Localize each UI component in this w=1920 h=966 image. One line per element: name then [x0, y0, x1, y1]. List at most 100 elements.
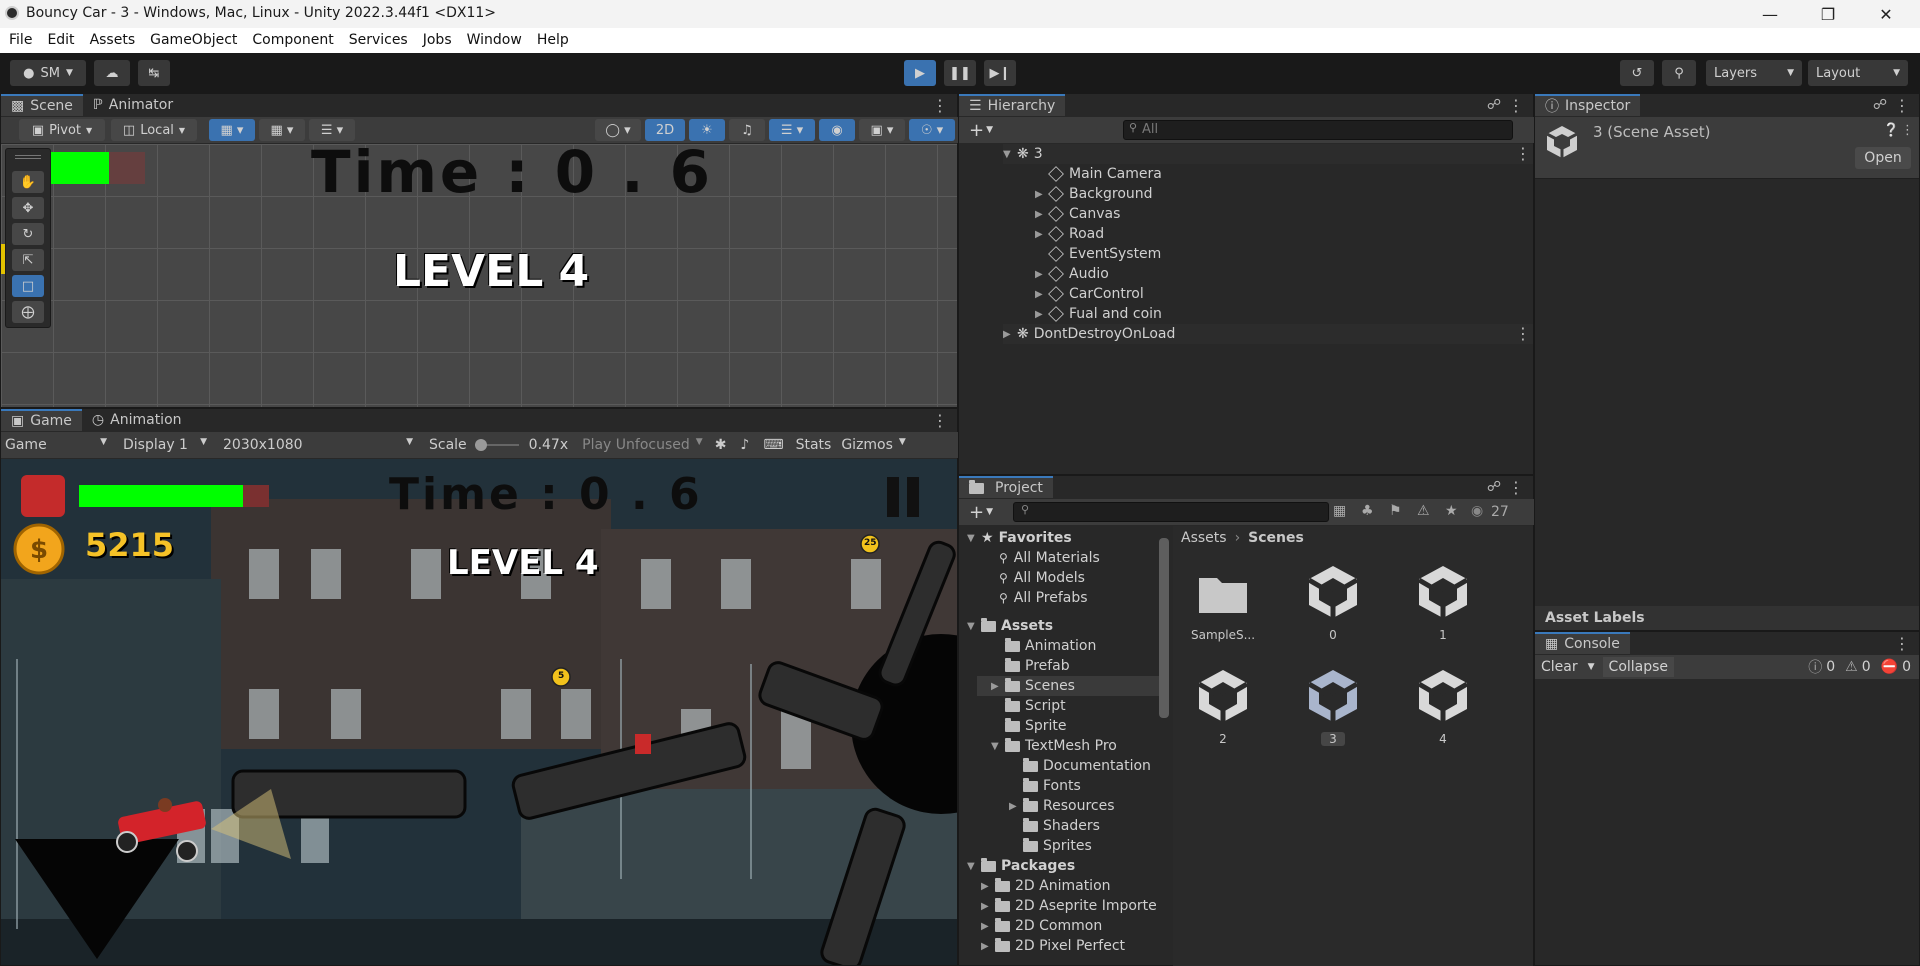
lock-icon[interactable]: ☍	[1487, 97, 1501, 113]
filter-label-icon[interactable]: ⚑	[1389, 503, 1402, 519]
panel-menu-icon[interactable]: ⋮	[932, 96, 948, 115]
open-button[interactable]: Open	[1855, 147, 1911, 169]
lock-icon[interactable]: ☍	[1487, 479, 1501, 495]
layers-dropdown[interactable]: Layers ▼	[1706, 60, 1802, 86]
tree-item-textmesh-pro[interactable]: ▼ TextMesh Pro	[991, 736, 1117, 756]
ddol-menu-icon[interactable]: ⋮	[1515, 324, 1531, 343]
panel-menu-icon[interactable]: ⋮	[1508, 96, 1524, 115]
lighting-icon[interactable]: ☀	[689, 119, 725, 141]
chevron-down-icon[interactable]: ▼	[986, 507, 993, 517]
minimize-icon[interactable]: —	[1742, 0, 1798, 28]
breadcrumb-assets[interactable]: Assets	[1181, 530, 1227, 546]
asset-scene-2[interactable]: 2	[1183, 668, 1263, 746]
menu-window[interactable]: Window	[467, 28, 522, 53]
tree-item-script[interactable]: Script	[991, 696, 1066, 716]
tree-item-animation[interactable]: Animation	[991, 636, 1096, 656]
menu-services[interactable]: Services	[349, 28, 408, 53]
project-search-input[interactable]	[1013, 502, 1329, 522]
add-icon[interactable]: +	[969, 502, 984, 523]
tree-item-sprites[interactable]: Sprites	[1009, 836, 1092, 856]
tab-game[interactable]: ▣ Game	[1, 409, 82, 431]
tree-item-shaders[interactable]: Shaders	[1009, 816, 1100, 836]
display-dropdown[interactable]: Display 1 ▼	[113, 437, 213, 453]
assets-header[interactable]: ▼ Assets	[967, 616, 1053, 636]
tree-item-resources[interactable]: ▶ Resources	[1009, 796, 1115, 816]
help-icon[interactable]: ❔	[1883, 123, 1899, 138]
tab-animator[interactable]: ℙ Animator	[83, 94, 183, 116]
grid-snap-toggle[interactable]: ▦ ▾	[209, 119, 255, 141]
asset-scene-3-selected[interactable]: 3	[1293, 668, 1373, 746]
hierarchy-item-road[interactable]: ▶ Road	[1035, 224, 1104, 244]
tree-item-prefab[interactable]: Prefab	[991, 656, 1070, 676]
hand-tool-icon[interactable]: ✋	[12, 171, 44, 193]
account-button[interactable]: ● SM ▼	[10, 60, 86, 86]
hierarchy-search-input[interactable]: All	[1123, 120, 1513, 140]
tree-item-package[interactable]: ▶ 2D Aseprite Importe	[981, 896, 1157, 916]
gizmos-icon[interactable]: ☉ ▾	[909, 119, 955, 141]
menu-file[interactable]: File	[9, 28, 32, 53]
asset-scene-4[interactable]: 4	[1403, 668, 1483, 746]
favorite-item[interactable]: ⚲ All Prefabs	[999, 588, 1088, 608]
scale-tool-icon[interactable]: ⇱	[12, 249, 44, 271]
favorite-item[interactable]: ⚲ All Models	[999, 568, 1085, 588]
menu-edit[interactable]: Edit	[47, 28, 74, 53]
scale-slider[interactable]	[474, 438, 519, 452]
tree-item-package[interactable]: ▶ 2D Common	[981, 916, 1102, 936]
collapse-button[interactable]: Collapse	[1602, 657, 1675, 677]
game-viewport[interactable]: $ 5215 Time : 0 . 6 LEVEL 4 25 5	[1, 459, 957, 965]
shading-mode-button[interactable]: ◯ ▾	[595, 119, 641, 141]
step-button[interactable]: ▶❙	[984, 60, 1016, 86]
hierarchy-item-eventsystem[interactable]: EventSystem	[1035, 244, 1161, 264]
menu-gameobject[interactable]: GameObject	[150, 28, 237, 53]
tab-hierarchy[interactable]: ☰ Hierarchy	[959, 94, 1066, 116]
ruler-button[interactable]: ☰ ▾	[309, 119, 355, 141]
filter-type-icon[interactable]: ♣	[1361, 503, 1374, 519]
panel-menu-icon[interactable]: ⋮	[1894, 96, 1910, 115]
lock-icon[interactable]: ☍	[1873, 97, 1887, 113]
move-tool-icon[interactable]: ✥	[12, 197, 44, 219]
menu-assets[interactable]: Assets	[90, 28, 136, 53]
pivot-dropdown[interactable]: ▣ Pivot ▼	[19, 119, 105, 141]
chevron-down-icon[interactable]: ▼	[986, 125, 993, 135]
tab-animation[interactable]: ◷ Animation	[82, 409, 192, 431]
snap-increment-button[interactable]: ▦ ▾	[259, 119, 305, 141]
camera-icon[interactable]: ▣ ▾	[859, 119, 905, 141]
tree-item-package[interactable]: ▶ 2D Pixel Perfect	[981, 936, 1125, 956]
audio-mute-icon[interactable]: ♫	[729, 119, 765, 141]
menu-component[interactable]: Component	[252, 28, 333, 53]
layout-dropdown[interactable]: Layout ▼	[1808, 60, 1908, 86]
favorite-star-icon[interactable]: ★	[1445, 503, 1458, 519]
tree-scrollbar[interactable]	[1159, 538, 1169, 718]
search-by-type-icon[interactable]: ▦	[1333, 503, 1346, 519]
menu-help[interactable]: Help	[537, 28, 569, 53]
asset-scene-1[interactable]: 1	[1403, 564, 1483, 642]
bug-icon[interactable]: ✱	[715, 437, 727, 453]
hierarchy-item-carcontrol[interactable]: ▶ CarControl	[1035, 284, 1144, 304]
favorites-header[interactable]: ▼ ★ Favorites	[967, 528, 1072, 548]
tab-inspector[interactable]: ⓘ Inspector	[1535, 94, 1641, 116]
tree-item-fonts[interactable]: Fonts	[1009, 776, 1081, 796]
warning-icon[interactable]: ⚠	[1845, 659, 1858, 675]
scene-row[interactable]: ▼ ❋ 3	[1003, 144, 1533, 164]
hierarchy-item-ddol[interactable]: ▶ ❋ DontDestroyOnLoad	[1003, 324, 1533, 344]
play-button[interactable]: ▶	[904, 60, 936, 86]
pause-game-button[interactable]	[884, 477, 922, 517]
breadcrumb-scenes[interactable]: Scenes	[1248, 530, 1304, 546]
tab-console[interactable]: ▦ Console	[1535, 632, 1630, 654]
collab-icon[interactable]: ↹	[138, 60, 170, 86]
filter-log-icon[interactable]: ⚠	[1417, 503, 1430, 519]
panel-menu-icon[interactable]: ⋮	[1894, 634, 1910, 653]
favorite-item[interactable]: ⚲ All Materials	[999, 548, 1100, 568]
pause-button[interactable]: ❚❚	[944, 60, 976, 86]
stats-button[interactable]: Stats	[796, 437, 832, 453]
effects-icon[interactable]: ☰ ▾	[769, 119, 815, 141]
scene-viewport[interactable]: Time : 0 . 6 LEVEL 4 ✋ ✥ ↻ ⇱ □ ⨁	[1, 144, 957, 407]
transform-tool-icon[interactable]: ⨁	[12, 301, 44, 323]
tab-project[interactable]: Project	[959, 476, 1053, 498]
hierarchy-item-background[interactable]: ▶ Background	[1035, 184, 1153, 204]
scene-menu-icon[interactable]: ⋮	[1515, 144, 1531, 163]
asset-labels-header[interactable]: Asset Labels	[1535, 606, 1919, 630]
2d-toggle[interactable]: 2D	[645, 119, 685, 141]
hierarchy-item-canvas[interactable]: ▶ Canvas	[1035, 204, 1120, 224]
drag-handle[interactable]	[15, 155, 41, 159]
